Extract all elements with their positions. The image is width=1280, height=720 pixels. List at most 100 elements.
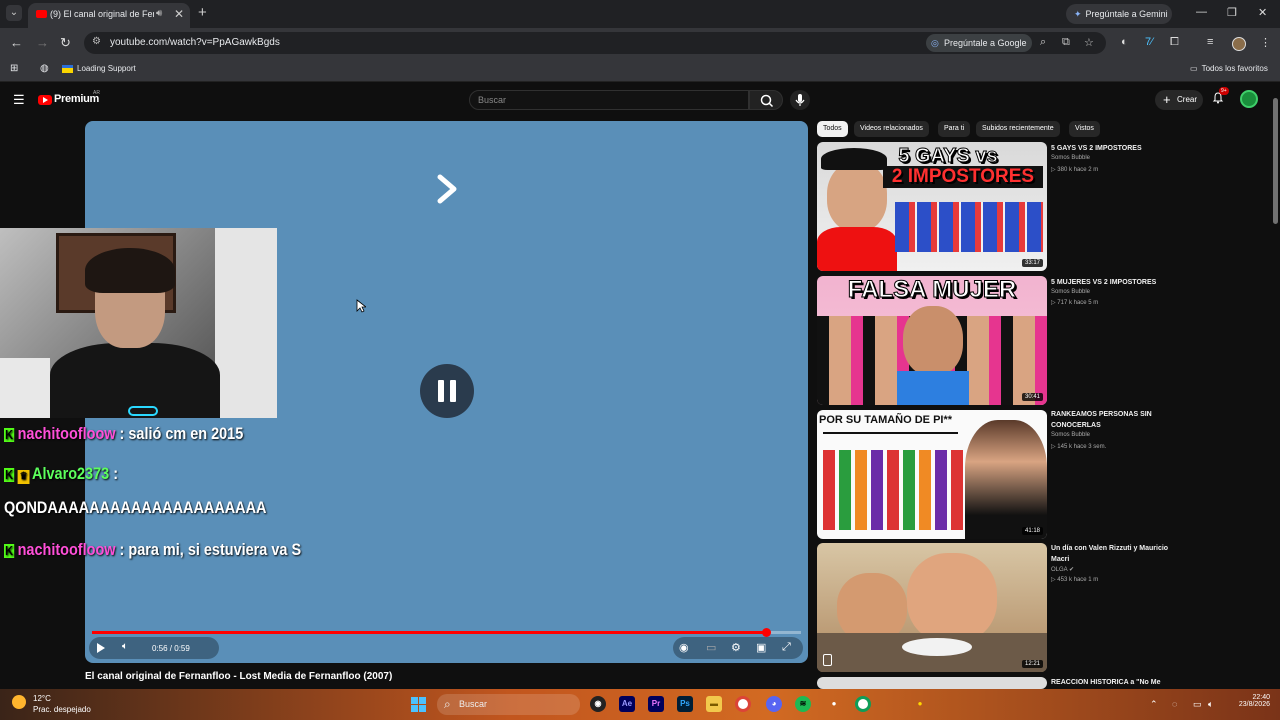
user-avatar[interactable] — [1240, 90, 1258, 108]
close-tab-icon[interactable]: ✕ — [174, 7, 184, 21]
progress-bar[interactable] — [92, 628, 801, 637]
profile-avatar[interactable] — [1232, 37, 1246, 51]
taskbar-clock[interactable]: 22:40 23/8/2026 — [1228, 694, 1270, 708]
globe-icon[interactable]: ◍ — [40, 63, 49, 74]
youtube-logo-icon[interactable] — [38, 95, 52, 105]
suggestion-thumbnail[interactable] — [817, 677, 1047, 689]
voice-search-button[interactable] — [790, 90, 810, 110]
photoshop-icon[interactable]: Ps — [677, 696, 693, 712]
weather-icon[interactable] — [12, 695, 26, 709]
gemini-label: Pregúntale a Gemini — [1085, 9, 1168, 19]
hamburger-menu-icon[interactable]: ☰ — [13, 92, 25, 108]
chrome-icon[interactable] — [735, 696, 751, 712]
chat-text: : salió cm en 2015 — [119, 424, 244, 443]
after-effects-icon[interactable]: Ae — [619, 696, 635, 712]
cam-wall — [215, 228, 277, 418]
scrollbar-thumb[interactable] — [1273, 98, 1278, 224]
create-button[interactable]: Crear — [1155, 90, 1203, 110]
duration-badge: 30:41 — [1021, 393, 1043, 401]
back-button[interactable]: ← — [10, 35, 23, 50]
create-label: Crear — [1177, 95, 1198, 104]
chrome-profile-icon[interactable] — [855, 696, 871, 712]
site-info-icon[interactable]: ⚙︎ — [92, 36, 101, 47]
suggestion-title[interactable]: RANKEAMOS PERSONAS SIN CONOCERLAS — [1051, 409, 1181, 431]
scrubber-knob[interactable] — [761, 628, 771, 637]
suggestion-thumbnail[interactable]: 5 GAYS vs 2 IMPOSTORES 33:17 — [817, 142, 1047, 271]
chip-todos[interactable]: Todos — [817, 121, 848, 137]
taskbar-search[interactable]: Buscar — [437, 694, 580, 715]
premiere-icon[interactable]: Pr — [648, 696, 664, 712]
chat-text: : — [113, 464, 119, 483]
thumb-group — [823, 450, 963, 530]
minimize-button[interactable]: — — [1196, 6, 1207, 18]
crown-badge-icon: ♛ — [17, 470, 30, 484]
bookmark-loading-support[interactable]: Loading Support — [62, 64, 136, 73]
address-bar[interactable]: ⚙︎ youtube.com/watch?v=PpAGawkBgds ◎ Preg… — [84, 32, 1106, 54]
active-tab[interactable]: (9) El canal original de Fernanfloo 🔊︎ ✕ — [28, 3, 190, 28]
discord-icon[interactable]: ◕ — [766, 696, 782, 712]
tray-app-icon[interactable]: ◌ — [1172, 699, 1177, 709]
pause-overlay-icon[interactable] — [420, 364, 474, 418]
search-input[interactable]: Buscar — [469, 90, 749, 110]
file-explorer-icon[interactable]: ▬ — [706, 696, 722, 712]
app-yellow-icon[interactable]: ● — [912, 696, 928, 712]
autoplay-toggle-icon[interactable]: ◉ — [679, 641, 689, 654]
suggestion-title[interactable]: 5 MUJERES VS 2 IMPOSTORES — [1051, 277, 1181, 288]
all-bookmarks[interactable]: ▭ Todos los favoritos — [1190, 64, 1268, 73]
lens-icon: ◎ — [931, 38, 939, 48]
chip-subidos-recientemente[interactable]: Subidos recientemente — [976, 121, 1060, 137]
windows-start-icon[interactable] — [411, 697, 427, 713]
chip-para-ti[interactable]: Para ti — [938, 121, 971, 137]
forward-button[interactable]: → — [36, 35, 49, 50]
spotify-icon[interactable]: ≋ — [795, 696, 811, 712]
obs-icon[interactable]: ◉ — [590, 696, 606, 712]
tab-search-button[interactable]: ⌄ — [6, 5, 22, 21]
thumb-caption: 2 IMPOSTORES — [883, 166, 1043, 188]
suggestion-channel[interactable]: Somos Bubble — [1051, 432, 1090, 438]
apps-grid-icon[interactable]: ⊞ — [10, 63, 18, 74]
chrome-menu-icon[interactable]: ⋮ — [1260, 36, 1271, 49]
suggestion-thumbnail[interactable]: FALSA MUJER 30:41 — [817, 276, 1047, 405]
thumb-person — [907, 553, 997, 643]
close-window-button[interactable]: ✕ — [1258, 6, 1267, 19]
weather-temp: 12°C — [33, 694, 51, 703]
tray-overflow-icon[interactable]: ⌃ — [1150, 699, 1158, 710]
new-tab-button[interactable]: + — [198, 4, 207, 21]
bookmark-star-icon[interactable]: ☆ — [1084, 36, 1094, 49]
zoom-icon[interactable]: ⌕ — [1040, 36, 1046, 49]
chat-text: QONDAAAAAAAAAAAAAAAAAAAAA — [4, 498, 267, 517]
search-icon — [760, 94, 774, 108]
speaker-tray-icon[interactable]: 🔈︎ — [1208, 699, 1213, 710]
extensions-puzzle-icon[interactable]: ⧠ — [1170, 36, 1179, 49]
reload-button[interactable]: ↻ — [60, 35, 71, 51]
suggestion-channel[interactable]: Somos Bubble — [1051, 289, 1090, 295]
suggestion-title[interactable]: Un día con Valen Rizzuti y Mauricio Macr… — [1051, 543, 1181, 565]
media-controls-icon[interactable]: ≡ — [1207, 36, 1213, 48]
cast-icon[interactable]: ⧉ — [1062, 36, 1070, 49]
suggestion-title[interactable]: 5 GAYS VS 2 IMPOSTORES — [1051, 143, 1181, 154]
ask-google-button[interactable]: ◎ Pregúntale a Google — [926, 34, 1032, 52]
suggestion-channel[interactable]: Somos Bubble — [1051, 155, 1090, 161]
gemini-button[interactable]: ✦ Pregúntale a Gemini — [1066, 4, 1172, 24]
play-icon[interactable] — [97, 643, 105, 653]
chat-text: : para mi, si estuviera va S — [119, 540, 302, 559]
search-button[interactable] — [749, 90, 783, 110]
volume-icon[interactable]: 🔈︎ — [122, 641, 128, 652]
suggestion-thumbnail[interactable]: 12:21 — [817, 543, 1047, 672]
chip-videos-relacionados[interactable]: Videos relacionados — [854, 121, 929, 137]
speaker-icon[interactable]: 🔊︎ — [156, 8, 162, 19]
suggestion-thumbnail[interactable]: POR SU TAMAÑO DE PI** 41:18 — [817, 410, 1047, 539]
network-icon[interactable]: ▭ — [1193, 699, 1202, 710]
settings-gear-icon[interactable]: ⚙︎ — [731, 641, 741, 654]
translate-extension-icon[interactable]: 7⁄ — [1145, 36, 1153, 48]
suggestion-channel[interactable]: OLGA ✔ — [1051, 566, 1074, 573]
theater-mode-icon[interactable]: ▣ — [756, 641, 766, 654]
restore-button[interactable]: ❐ — [1227, 6, 1237, 19]
progress-fill — [92, 631, 766, 634]
app-icon[interactable]: ● — [826, 696, 842, 712]
chip-vistos[interactable]: Vistos — [1069, 121, 1100, 137]
extension-icon[interactable]: ◐ — [1121, 36, 1128, 48]
fullscreen-icon[interactable]: ⤢ — [782, 641, 791, 654]
captions-icon[interactable]: ▭ — [706, 641, 716, 654]
cam-chair — [0, 358, 50, 418]
